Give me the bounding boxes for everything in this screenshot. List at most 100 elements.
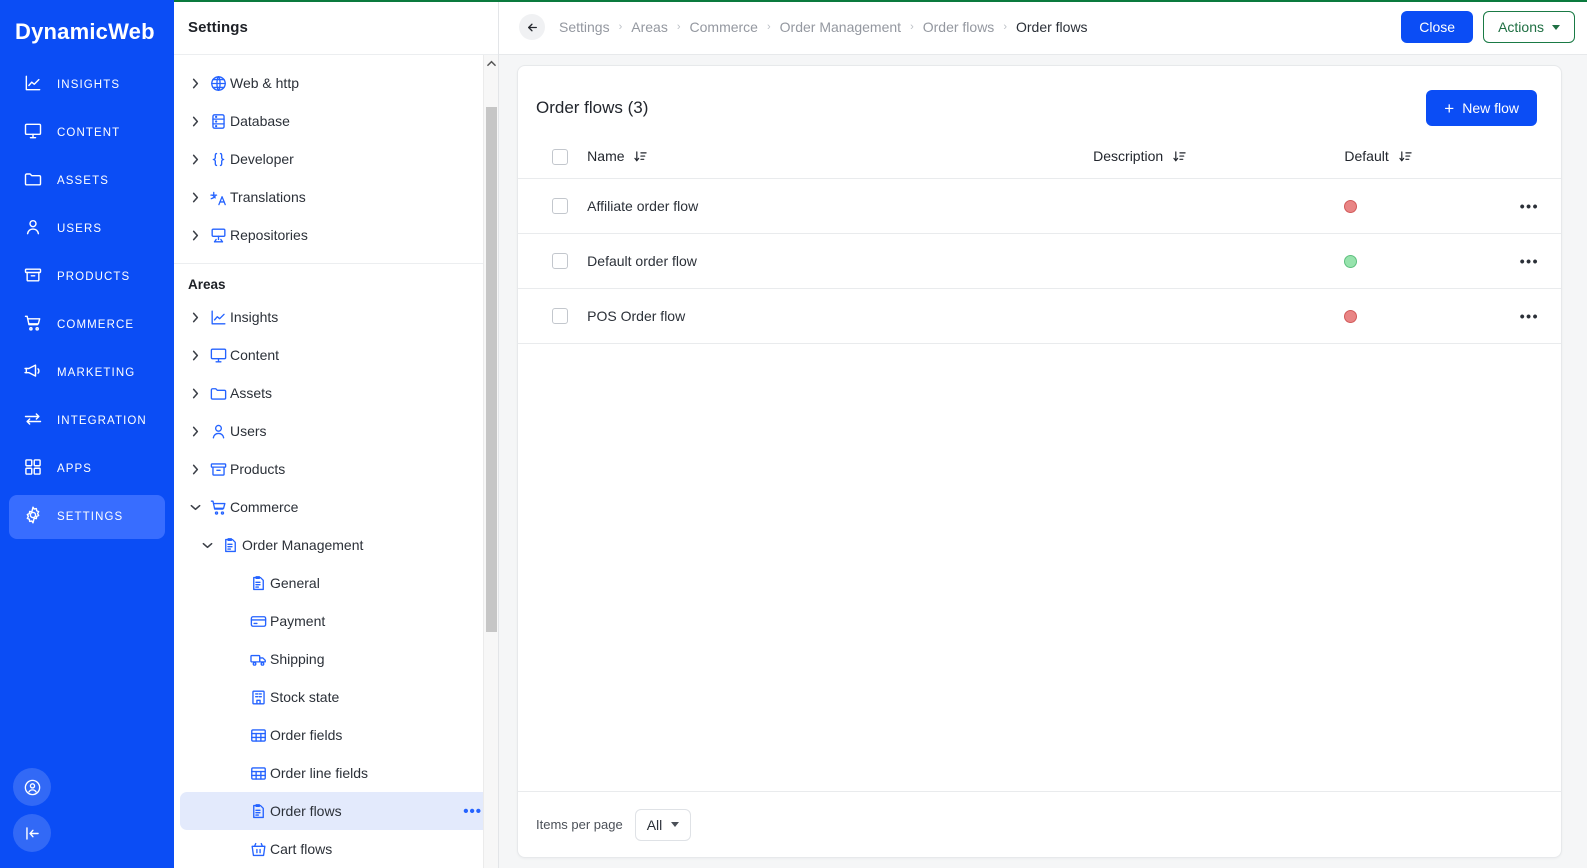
row-checkbox[interactable] xyxy=(552,253,568,269)
scrollbar-thumb[interactable] xyxy=(486,107,497,632)
nav-item-content[interactable]: CONTENT xyxy=(9,111,165,155)
tree-scrollbar[interactable] xyxy=(483,55,498,868)
users-icon xyxy=(23,217,43,242)
nav-item-integration[interactable]: INTEGRATION xyxy=(9,399,165,443)
nav-item-apps[interactable]: APPS xyxy=(9,447,165,491)
insights-icon xyxy=(23,73,43,98)
table-footer: Items per page All xyxy=(518,791,1561,857)
table-empty-space xyxy=(518,344,1561,791)
marketing-icon xyxy=(23,361,43,386)
tree-item-products[interactable]: Products xyxy=(180,450,492,488)
chevron-down-icon[interactable] xyxy=(196,541,218,550)
tree-item-repositories[interactable]: Repositories xyxy=(180,216,492,254)
chevron-right-icon[interactable] xyxy=(184,192,206,203)
tree-item-insights[interactable]: Insights xyxy=(180,298,492,336)
breadcrumb-item-0[interactable]: Settings xyxy=(559,19,610,35)
tree-item-web-http[interactable]: Web & http xyxy=(180,64,492,102)
actions-button[interactable]: Actions xyxy=(1483,11,1575,43)
column-header-name[interactable]: Name xyxy=(587,140,1094,179)
nav-item-label: APPS xyxy=(57,463,93,476)
warehouse-icon xyxy=(246,688,270,707)
chevron-right-icon[interactable] xyxy=(184,426,206,437)
nav-item-users[interactable]: USERS xyxy=(9,207,165,251)
chevron-right-icon[interactable] xyxy=(184,230,206,241)
tree-item-order-fields[interactable]: Order fields xyxy=(180,716,492,754)
row-select-cell xyxy=(518,233,588,289)
tree-item-developer[interactable]: Developer xyxy=(180,140,492,178)
row-overflow-icon[interactable]: ••• xyxy=(1519,288,1561,344)
tree-item-overflow-icon[interactable]: ••• xyxy=(463,804,482,819)
nav-item-label: ASSETS xyxy=(57,175,109,188)
nav-item-assets[interactable]: ASSETS xyxy=(9,159,165,203)
tree-item-translations[interactable]: Translations xyxy=(180,178,492,216)
breadcrumb-item-4[interactable]: Order flows xyxy=(923,19,995,35)
row-overflow-icon[interactable]: ••• xyxy=(1519,178,1561,234)
chevron-right-icon[interactable] xyxy=(184,78,206,89)
tree-item-content[interactable]: Content xyxy=(180,336,492,374)
tree-item-label: Order Management xyxy=(242,537,364,553)
tree-item-stock-state[interactable]: Stock state xyxy=(180,678,492,716)
topbar-actions: Close Actions xyxy=(1401,11,1575,43)
back-arrow-icon[interactable] xyxy=(519,14,545,40)
new-flow-button[interactable]: + New flow xyxy=(1426,90,1537,126)
table-row[interactable]: Default order flow ••• xyxy=(518,233,1561,289)
tree-item-database[interactable]: Database xyxy=(180,102,492,140)
tree-item-assets[interactable]: Assets xyxy=(180,374,492,412)
basket-icon xyxy=(246,840,270,859)
nav-item-insights[interactable]: INSIGHTS xyxy=(9,63,165,107)
column-header-default[interactable]: Default xyxy=(1344,140,1520,179)
tree-item-label: Stock state xyxy=(270,689,340,705)
sort-descending-icon xyxy=(1398,150,1412,166)
select-all-header xyxy=(518,140,588,179)
actions-button-label: Actions xyxy=(1498,19,1544,35)
chevron-right-icon[interactable] xyxy=(184,464,206,475)
scroll-up-icon[interactable] xyxy=(484,55,498,71)
row-description-cell xyxy=(1093,233,1345,289)
tree-item-commerce[interactable]: Commerce xyxy=(180,488,492,526)
breadcrumb-item-1[interactable]: Areas xyxy=(631,19,668,35)
nav-item-marketing[interactable]: MARKETING xyxy=(9,351,165,395)
nav-item-products[interactable]: PRODUCTS xyxy=(9,255,165,299)
close-button[interactable]: Close xyxy=(1401,11,1474,43)
breadcrumb-item-2[interactable]: Commerce xyxy=(690,19,758,35)
tree-item-order-management[interactable]: Order Management xyxy=(180,526,492,564)
content-wrapper: Order flows (3) + New flow Name Descript… xyxy=(499,55,1587,868)
tree-item-order-flows[interactable]: Order flows ••• xyxy=(180,792,492,830)
select-all-checkbox[interactable] xyxy=(552,149,568,165)
tree-item-users[interactable]: Users xyxy=(180,412,492,450)
nav-item-commerce[interactable]: COMMERCE xyxy=(9,303,165,347)
items-per-page-select[interactable]: All xyxy=(634,808,692,841)
account-icon[interactable] xyxy=(13,768,51,806)
table-row[interactable]: Affiliate order flow ••• xyxy=(518,178,1561,234)
card-header: Order flows (3) + New flow xyxy=(518,66,1561,126)
row-checkbox[interactable] xyxy=(552,308,568,324)
tree-item-cart-flows[interactable]: Cart flows xyxy=(180,830,492,868)
table-header-row: Name Description Default xyxy=(518,140,1561,179)
content-icon xyxy=(206,346,230,365)
breadcrumb-item-3[interactable]: Order Management xyxy=(780,19,901,35)
tree-item-label: Users xyxy=(230,423,267,439)
chevron-down-icon[interactable] xyxy=(184,503,206,512)
chevron-right-icon[interactable] xyxy=(184,312,206,323)
row-checkbox[interactable] xyxy=(552,198,568,214)
chevron-right-icon[interactable] xyxy=(184,116,206,127)
table-header: Name Description Default xyxy=(518,140,1561,179)
tree-item-payment[interactable]: Payment xyxy=(180,602,492,640)
tree-item-general[interactable]: General xyxy=(180,564,492,602)
chevron-right-icon[interactable] xyxy=(184,154,206,165)
nav-item-settings[interactable]: SETTINGS xyxy=(9,495,165,540)
breadcrumb-separator: › xyxy=(676,21,681,33)
column-header-description[interactable]: Description xyxy=(1093,140,1345,179)
tree-item-order-line-fields[interactable]: Order line fields xyxy=(180,754,492,792)
collapse-sidebar-icon[interactable] xyxy=(13,814,51,852)
tree-title: Settings xyxy=(188,18,248,36)
table-icon xyxy=(246,764,270,783)
tree-item-label: Products xyxy=(230,461,286,477)
tree-item-shipping[interactable]: Shipping xyxy=(180,640,492,678)
table-row[interactable]: POS Order flow ••• xyxy=(518,288,1561,344)
chevron-right-icon[interactable] xyxy=(184,350,206,361)
row-overflow-icon[interactable]: ••• xyxy=(1519,233,1561,289)
chevron-right-icon[interactable] xyxy=(184,388,206,399)
sort-descending-icon xyxy=(1173,150,1186,166)
tree-section-label: Areas xyxy=(188,277,226,292)
